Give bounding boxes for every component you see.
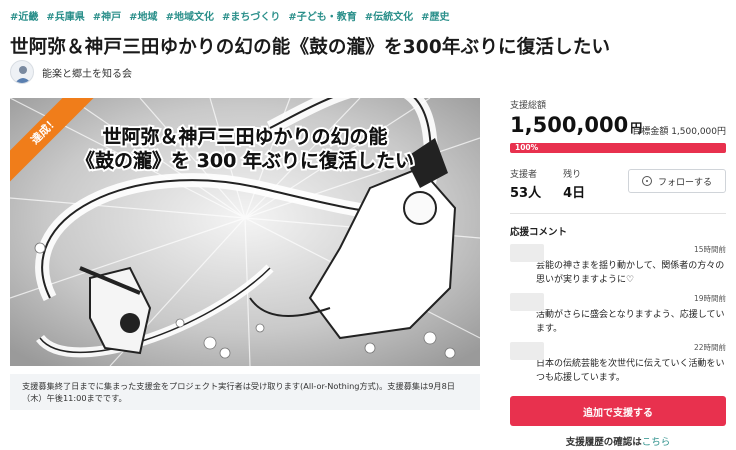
tag[interactable]: #兵庫県	[46, 8, 84, 23]
remaining-days: 4日	[563, 186, 586, 201]
project-owner[interactable]: 能楽と郷土を知る会	[10, 60, 132, 84]
funding-panel: 支援総額 1,500,000 円 目標金額 1,500,000円 100% 支援者…	[510, 98, 726, 385]
remaining-stat: 残り 4日	[563, 167, 585, 201]
hero-title: 世阿弥＆神戸三田ゆかりの幻の能 世阿弥＆神戸三田ゆかりの幻の能 《鼓の瀧》を 30…	[10, 124, 480, 174]
stats-row: 支援者 53人 残り 4日 フォローする	[510, 167, 726, 201]
follow-label: フォローする	[657, 177, 712, 188]
comment-item: 22時間前 日本の伝統芸能を次世代に伝えていく活動をいつも応援しています。	[510, 342, 726, 385]
comment-item: 19時間前 活動がさらに盛会となりますよう、応援しています。	[510, 293, 726, 336]
tag[interactable]: #歴史	[421, 8, 449, 23]
support-history-link[interactable]: こちら	[642, 437, 671, 448]
hero-title-line-1: 世阿弥＆神戸三田ゆかりの幻の能	[102, 126, 388, 148]
tag[interactable]: #近畿	[10, 8, 38, 23]
tag[interactable]: #地域	[129, 8, 157, 23]
backers-stat: 支援者 53人	[510, 167, 541, 201]
goal-amount: 目標金額 1,500,000円	[632, 127, 726, 137]
support-history-text: 支援履歴の確認は	[565, 437, 642, 448]
project-title: 世阿弥＆神戸三田ゆかりの幻の能《鼓の瀧》を300年ぶりに復活したい	[10, 37, 611, 58]
owner-name[interactable]: 能楽と郷土を知る会	[42, 65, 132, 80]
raised-value: 1,500,000	[510, 113, 629, 137]
comments-title: 応援コメント	[510, 227, 568, 238]
progress-bar: 100%	[510, 143, 726, 153]
owner-avatar[interactable]	[10, 60, 34, 84]
follow-button[interactable]: フォローする	[628, 169, 726, 193]
backers-count: 53人	[510, 186, 542, 201]
progress-percent: 100%	[515, 143, 539, 152]
funding-notice: 支援募集終了日までに集まった支援金をプロジェクト実行者は受け取ります(All-o…	[10, 374, 480, 410]
project-hero-image[interactable]: 達成！ 世阿弥＆神戸三田ゆかりの幻の能 世阿弥＆神戸三田ゆかりの幻の能 《鼓の瀧》…	[10, 98, 480, 366]
commenter-avatar[interactable]	[510, 293, 544, 311]
tag[interactable]: #伝統文化	[365, 8, 413, 23]
follow-icon	[641, 176, 652, 186]
comment-time: 19時間前	[693, 294, 726, 303]
tag-list: #近畿 #兵庫県 #神戸 #地域 #地域文化 #まちづくり #子ども・教育 #伝…	[10, 8, 450, 23]
commenter-avatar[interactable]	[510, 244, 544, 262]
divider	[510, 213, 726, 214]
tag[interactable]: #まちづくり	[222, 8, 280, 23]
comment-time: 22時間前	[693, 343, 726, 352]
comment-time: 15時間前	[693, 245, 726, 254]
tag[interactable]: #神戸	[93, 8, 121, 23]
comment-item: 15時間前 芸能の神さまを揺り動かして、関係者の方々の思いが実りますように♡	[510, 244, 726, 287]
remaining-label: 残り	[563, 170, 582, 180]
add-support-button[interactable]: 追加で支援する	[510, 396, 726, 426]
backers-label: 支援者	[510, 170, 538, 180]
tag[interactable]: #子ども・教育	[288, 8, 356, 23]
hero-title-line-2: 《鼓の瀧》を 300 年ぶりに復活したい	[76, 149, 414, 172]
support-history: 支援履歴の確認はこちら	[510, 434, 726, 448]
tag[interactable]: #地域文化	[166, 8, 214, 23]
raised-label: 支援総額	[510, 101, 547, 111]
commenter-avatar[interactable]	[510, 342, 544, 360]
progress-fill	[510, 143, 726, 153]
